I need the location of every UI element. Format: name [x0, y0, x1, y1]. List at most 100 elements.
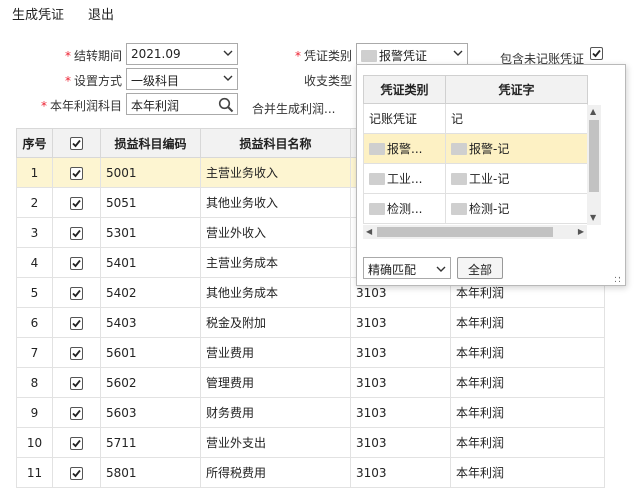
row-checkbox[interactable]	[70, 166, 83, 180]
voucher-word-cell[interactable]: 检测-记	[445, 193, 588, 224]
popup-col-word[interactable]: 凭证字	[445, 75, 588, 104]
scroll-thumb[interactable]	[589, 120, 599, 192]
profit-account-name[interactable]: 本年利润	[450, 397, 605, 428]
row-checkbox[interactable]	[70, 316, 83, 330]
row-select-cell[interactable]	[52, 457, 101, 488]
account-name[interactable]: 主营业务成本	[200, 247, 351, 278]
table-row[interactable]: 9 5603 财务费用 3103 本年利润	[16, 397, 605, 428]
account-name[interactable]: 营业外收入	[200, 217, 351, 248]
account-code[interactable]: 5301	[100, 217, 201, 248]
row-select-cell[interactable]	[52, 427, 101, 458]
voucher-type-cell[interactable]: 工业...	[363, 163, 446, 194]
list-item[interactable]: 检测... 检测-记	[363, 193, 588, 224]
account-name[interactable]: 营业费用	[200, 337, 351, 368]
col-header-select[interactable]	[52, 128, 101, 158]
voucher-type-cell[interactable]: 报警...	[363, 133, 446, 164]
account-code[interactable]: 5601	[100, 337, 201, 368]
voucher-type-select[interactable]: 报警凭证	[356, 43, 468, 65]
popup-vertical-scrollbar[interactable]: ▲ ▼	[587, 105, 601, 225]
account-name[interactable]: 主营业务收入	[200, 157, 351, 188]
account-code[interactable]: 5403	[100, 307, 201, 338]
scroll-left-icon[interactable]: ◀	[366, 227, 372, 237]
list-item[interactable]: 工业... 工业-记	[363, 163, 588, 194]
voucher-word-cell[interactable]: 记	[445, 103, 588, 134]
profit-account-code[interactable]: 3103	[350, 427, 451, 458]
row-checkbox[interactable]	[70, 466, 83, 480]
table-row[interactable]: 10 5711 营业外支出 3103 本年利润	[16, 427, 605, 458]
account-code[interactable]: 5401	[100, 247, 201, 278]
profit-account-code[interactable]: 3103	[350, 337, 451, 368]
mode-select[interactable]: 一级科目	[126, 68, 238, 90]
select-all-checkbox[interactable]	[70, 137, 83, 150]
profit-account-name[interactable]: 本年利润	[450, 307, 605, 338]
profit-account-input[interactable]: 本年利润	[126, 93, 238, 115]
row-checkbox[interactable]	[70, 436, 83, 450]
profit-account-name[interactable]: 本年利润	[450, 337, 605, 368]
table-row[interactable]: 8 5602 管理费用 3103 本年利润	[16, 367, 605, 398]
list-item[interactable]: 报警... 报警-记	[363, 133, 588, 164]
row-checkbox[interactable]	[70, 286, 83, 300]
row-select-cell[interactable]	[52, 247, 101, 278]
exit-menu[interactable]: 退出	[88, 4, 114, 23]
row-select-cell[interactable]	[52, 157, 101, 188]
account-name[interactable]: 税金及附加	[200, 307, 351, 338]
account-name[interactable]: 管理费用	[200, 367, 351, 398]
account-name[interactable]: 其他业务收入	[200, 187, 351, 218]
match-mode-select[interactable]: 精确匹配	[363, 257, 451, 279]
profit-account-code[interactable]: 3103	[350, 367, 451, 398]
include-unposted-checkbox[interactable]	[590, 47, 603, 60]
show-all-button[interactable]: 全部	[457, 257, 503, 279]
voucher-word-cell[interactable]: 报警-记	[445, 133, 588, 164]
profit-account-name[interactable]: 本年利润	[450, 367, 605, 398]
resize-grip-icon[interactable]: ...:	[614, 272, 622, 285]
account-code[interactable]: 5801	[100, 457, 201, 488]
account-name[interactable]: 其他业务成本	[200, 277, 351, 308]
row-select-cell[interactable]	[52, 307, 101, 338]
account-code[interactable]: 5711	[100, 427, 201, 458]
profit-account-code[interactable]: 3103	[350, 307, 451, 338]
scroll-down-icon[interactable]: ▼	[590, 213, 596, 223]
voucher-type-cell[interactable]: 检测...	[363, 193, 446, 224]
row-checkbox[interactable]	[70, 196, 83, 210]
row-select-cell[interactable]	[52, 397, 101, 428]
account-code[interactable]: 5051	[100, 187, 201, 218]
search-icon[interactable]	[218, 97, 234, 113]
profit-account-code[interactable]: 3103	[350, 457, 451, 488]
scroll-right-icon[interactable]: ▶	[578, 227, 584, 237]
row-select-cell[interactable]	[52, 277, 101, 308]
account-code[interactable]: 5001	[100, 157, 201, 188]
account-code[interactable]: 5602	[100, 367, 201, 398]
period-select[interactable]: 2021.09	[126, 43, 238, 65]
voucher-type-cell[interactable]: 记账凭证	[363, 103, 446, 134]
row-select-cell[interactable]	[52, 217, 101, 248]
row-select-cell[interactable]	[52, 337, 101, 368]
profit-account-name[interactable]: 本年利润	[450, 427, 605, 458]
scroll-up-icon[interactable]: ▲	[590, 107, 596, 117]
account-code[interactable]: 5603	[100, 397, 201, 428]
list-item[interactable]: 记账凭证 记	[363, 103, 588, 134]
row-select-cell[interactable]	[52, 187, 101, 218]
account-name[interactable]: 所得税费用	[200, 457, 351, 488]
row-checkbox[interactable]	[70, 256, 83, 270]
table-row[interactable]: 6 5403 税金及附加 3103 本年利润	[16, 307, 605, 338]
account-name[interactable]: 财务费用	[200, 397, 351, 428]
account-code[interactable]: 5402	[100, 277, 201, 308]
row-select-cell[interactable]	[52, 367, 101, 398]
table-row[interactable]: 7 5601 营业费用 3103 本年利润	[16, 337, 605, 368]
row-checkbox[interactable]	[70, 346, 83, 360]
row-checkbox[interactable]	[70, 226, 83, 240]
profit-account-name[interactable]: 本年利润	[450, 457, 605, 488]
row-checkbox[interactable]	[70, 406, 83, 420]
popup-horizontal-scrollbar[interactable]: ◀ ▶	[363, 225, 587, 239]
generate-voucher-menu[interactable]: 生成凭证	[12, 4, 64, 23]
account-name[interactable]: 营业外支出	[200, 427, 351, 458]
row-checkbox[interactable]	[70, 376, 83, 390]
profit-account-code[interactable]: 3103	[350, 397, 451, 428]
popup-col-type[interactable]: 凭证类别	[363, 75, 446, 104]
scroll-thumb[interactable]	[377, 227, 553, 237]
col-header-no[interactable]: 序号	[16, 128, 53, 158]
voucher-word-cell[interactable]: 工业-记	[445, 163, 588, 194]
col-header-code[interactable]: 损益科目编码	[100, 128, 201, 158]
col-header-name[interactable]: 损益科目名称	[200, 128, 351, 158]
table-row[interactable]: 11 5801 所得税费用 3103 本年利润	[16, 457, 605, 488]
